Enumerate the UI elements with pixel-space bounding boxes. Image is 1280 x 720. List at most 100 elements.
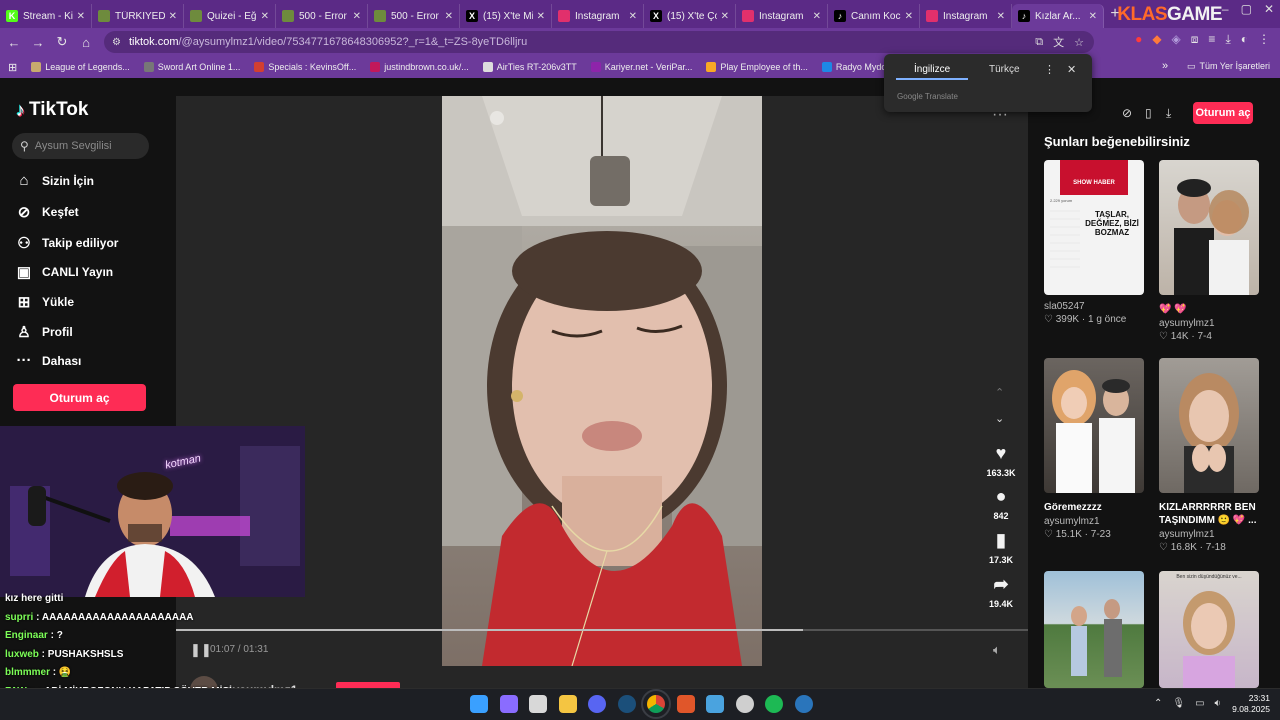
browser-tab[interactable]: Quizei - Eğle... ✕ (184, 4, 276, 28)
translate-from-tab[interactable]: İngilizce (914, 64, 950, 75)
translate-to-tab[interactable]: Türkçe (989, 64, 1020, 75)
site-info-icon[interactable]: ⚙ (112, 37, 121, 48)
browser-tab[interactable]: Instagram ✕ (736, 4, 828, 28)
chrome-icon[interactable] (641, 689, 671, 719)
nav-item-explore[interactable]: ⊘ Keşfet (15, 203, 79, 221)
suggestion-thumbnail[interactable] (1044, 358, 1144, 493)
microphone-icon[interactable]: 🎙︎ (1172, 698, 1185, 709)
browser-tab[interactable]: ♪ Canım Kocam... ✕ (828, 4, 920, 28)
suggestion-thumbnail[interactable] (1044, 571, 1144, 688)
extension-purple-icon[interactable]: ◈ (1172, 32, 1181, 47)
translate-icon[interactable]: 文 (1053, 34, 1064, 50)
store-icon[interactable] (529, 695, 547, 713)
network-icon[interactable]: ▭ (1195, 698, 1204, 709)
copilot-icon[interactable] (499, 695, 518, 713)
bookmark-item[interactable]: League of Legends... (31, 62, 130, 72)
nav-item-profile[interactable]: ♙ Profil (15, 323, 72, 341)
reload-icon[interactable]: ↻ (50, 34, 74, 50)
profile-avatar-icon[interactable]: ◐ (1241, 32, 1248, 47)
login-button-top[interactable]: Oturum aç (1193, 102, 1253, 124)
explorer-icon[interactable] (558, 695, 577, 713)
tab-close-icon[interactable]: ✕ (997, 11, 1005, 22)
steam-2-icon[interactable] (794, 695, 813, 713)
bookmark-item[interactable]: AirTies RT-206v3TT (482, 62, 577, 72)
chat-username[interactable]: luxweb (5, 649, 39, 660)
prev-video-icon[interactable]: ⌃ (995, 386, 1004, 399)
bookmark-item[interactable]: Specials : KevinsOff... (254, 62, 356, 72)
app-circle-icon[interactable] (735, 695, 754, 713)
translate-menu-icon[interactable]: ⋮ (1044, 63, 1055, 76)
browser-tab[interactable]: ♪ Kızlar Ar... ✕ (1012, 4, 1104, 28)
suggestion-card[interactable]: 💖 💖 aysumylmz1 ♡ 14K · 7-4 (1159, 160, 1259, 342)
like-action[interactable]: ♥ 163.3K (984, 443, 1018, 478)
close-window-icon[interactable]: ✕ (1264, 2, 1274, 16)
nav-item-for-you[interactable]: ⌂ Sizin İçin (15, 172, 94, 189)
spotify-icon[interactable] (765, 695, 783, 713)
apps-grid-icon[interactable]: ⊞ (8, 61, 17, 74)
tab-close-icon[interactable]: ✕ (721, 11, 729, 22)
tab-close-icon[interactable]: ✕ (77, 11, 85, 22)
bookmark-item[interactable]: Sword Art Online 1... (143, 62, 240, 72)
browser-tab[interactable]: TÜRKİYEDE A... ✕ (92, 4, 184, 28)
suggestion-thumbnail[interactable] (1159, 160, 1259, 295)
media-controls-icon[interactable]: ≡ (1208, 32, 1215, 47)
tab-close-icon[interactable]: ✕ (353, 11, 361, 22)
suggestion-card[interactable] (1044, 571, 1144, 688)
download-icon[interactable]: ⤓ (1166, 106, 1171, 121)
suggestion-card[interactable]: Ben sizin düşündüğünüz ve... (1159, 571, 1259, 688)
browser-tab[interactable]: 500 - Error ✕ (368, 4, 460, 28)
nav-item-following[interactable]: ⚇ Takip ediliyor (15, 234, 118, 252)
compass-small-icon[interactable]: ⊘ (1122, 106, 1132, 120)
browser-tab[interactable]: X (15) X'te Mi... ✕ (460, 4, 552, 28)
bookmark-item[interactable]: Play Employee of th... (706, 62, 808, 72)
chat-username[interactable]: kız here gitti (5, 593, 63, 604)
browser-tab[interactable]: Instagram ✕ (552, 4, 644, 28)
suggestion-thumbnail[interactable]: SHOW HABER 2.229 yorum TAŞLAR, DEĞMEZ, B… (1044, 160, 1144, 295)
install-icon[interactable]: ⧉ (1035, 36, 1043, 49)
tab-close-icon[interactable]: ✕ (537, 11, 545, 22)
video-frame[interactable] (442, 96, 762, 666)
tab-close-icon[interactable]: ✕ (1089, 11, 1097, 22)
discord-icon[interactable] (588, 695, 606, 713)
minimize-icon[interactable]: – (1222, 2, 1229, 16)
bookmarks-overflow-icon[interactable]: » (1162, 60, 1168, 72)
suggestion-user[interactable]: aysumylmz1 (1159, 318, 1259, 329)
next-video-icon[interactable]: ⌄ (995, 412, 1004, 425)
nav-item-more[interactable]: ··· Dahası (15, 352, 82, 369)
suggestion-user[interactable]: aysumylmz1 (1044, 516, 1144, 527)
steam-icon[interactable] (617, 695, 636, 713)
downloads-icon[interactable]: ⤓ (1225, 32, 1230, 47)
extension-fox-icon[interactable]: ◆ (1152, 32, 1161, 47)
tab-close-icon[interactable]: ✕ (445, 11, 453, 22)
photos-icon[interactable] (706, 695, 724, 713)
suggestion-thumbnail[interactable] (1159, 358, 1259, 493)
tab-close-icon[interactable]: ✕ (169, 11, 177, 22)
extension-red-icon[interactable]: ● (1135, 32, 1142, 47)
browser-tab[interactable]: X (15) X'te Çol... ✕ (644, 4, 736, 28)
app-orange-icon[interactable] (676, 695, 695, 713)
translate-close-icon[interactable]: ✕ (1067, 63, 1076, 76)
chat-username[interactable]: suprri (5, 612, 33, 623)
home-browser-icon[interactable]: ⌂ (74, 35, 98, 50)
share-action[interactable]: ➦ 19.4K (984, 574, 1018, 609)
browser-tab[interactable]: K Stream - Kick ✕ (0, 4, 92, 28)
save-action[interactable]: ▮ 17.3K (984, 530, 1018, 565)
chat-username[interactable]: Enginaar (5, 630, 48, 641)
back-icon[interactable]: ← (2, 35, 26, 50)
suggestion-user[interactable]: aysumylmz1 (1159, 529, 1259, 540)
browser-tab[interactable]: 500 - Error ✕ (276, 4, 368, 28)
tray-overflow-icon[interactable]: ⌃ (1154, 698, 1162, 709)
browser-menu-icon[interactable]: ⋮ (1258, 32, 1270, 47)
comment-action[interactable]: ● 842 (984, 486, 1018, 521)
tab-close-icon[interactable]: ✕ (905, 11, 913, 22)
nav-item-upload[interactable]: ⊞ Yükle (15, 293, 74, 311)
maximize-icon[interactable]: ▢ (1241, 2, 1252, 16)
tab-close-icon[interactable]: ✕ (813, 11, 821, 22)
all-bookmarks[interactable]: ▭ Tüm Yer İşaretleri (1187, 61, 1270, 72)
tab-close-icon[interactable]: ✕ (629, 11, 637, 22)
bookmark-item[interactable]: justindbrown.co.uk/... (370, 62, 469, 72)
tab-close-icon[interactable]: ✕ (261, 11, 269, 22)
suggestion-user[interactable]: sla05247 (1044, 301, 1144, 312)
address-bar[interactable]: ⚙ tiktok.com/@aysumylmz1/video/753477167… (104, 31, 1094, 53)
search-input[interactable]: ⚲ Aysum Sevgilisi (12, 133, 149, 159)
